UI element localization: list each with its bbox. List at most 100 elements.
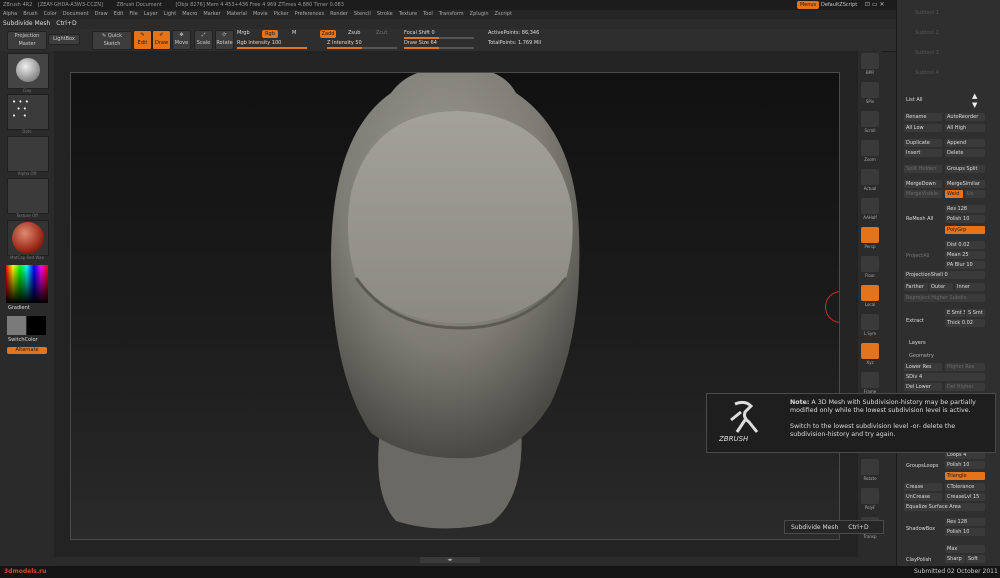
- menu-color[interactable]: Color: [44, 11, 57, 17]
- dist-slider[interactable]: Dist 0.02: [945, 241, 985, 249]
- duplicate-button[interactable]: Duplicate: [904, 139, 942, 147]
- arrow-down-icon[interactable]: ▼: [972, 101, 977, 109]
- polyf-button[interactable]: [861, 488, 879, 504]
- all-low-button[interactable]: All Low: [904, 124, 942, 132]
- uv-button[interactable]: Uv: [965, 190, 985, 198]
- scroll-button[interactable]: [861, 111, 879, 127]
- triangle-button[interactable]: Triangle: [945, 472, 985, 480]
- extract-button[interactable]: Extract: [906, 318, 924, 324]
- res-slider[interactable]: Res 128: [945, 205, 985, 213]
- groups-loops-polish-slider[interactable]: Polish 10: [945, 461, 985, 469]
- move-button[interactable]: ✥ Move: [172, 30, 191, 50]
- secondary-color-swatch[interactable]: [27, 316, 46, 335]
- menu-stencil[interactable]: Stencil: [354, 11, 371, 17]
- zadd-button[interactable]: Zadd: [320, 30, 336, 38]
- subtool-slot-4[interactable]: Subtool 4: [915, 70, 939, 76]
- lightbox-button[interactable]: LightBox: [48, 34, 80, 45]
- scale-button[interactable]: ⤢ Scale: [194, 30, 213, 50]
- subtool-slot-3[interactable]: Subtool 3: [915, 50, 939, 56]
- draw-size-slider[interactable]: Draw Size 64: [404, 39, 474, 49]
- insert-button[interactable]: Insert: [904, 149, 942, 157]
- z-intensity-slider[interactable]: Z Intensity 50: [327, 39, 397, 49]
- stroke-thumbnail[interactable]: • • • • • • •: [7, 94, 49, 130]
- remesh-all-button[interactable]: ReMesh All: [906, 216, 933, 222]
- xyz-button[interactable]: [861, 343, 879, 359]
- window-controls[interactable]: ⊡ ▭ ✕: [865, 1, 895, 9]
- texture-thumbnail[interactable]: [7, 178, 49, 214]
- gradient-label[interactable]: Gradient: [8, 305, 30, 311]
- higher-res-button[interactable]: Higher Res: [945, 363, 985, 371]
- bpr-button[interactable]: [861, 53, 879, 69]
- soft-button[interactable]: Soft: [966, 555, 985, 563]
- groups-loops-button[interactable]: GroupsLoops: [906, 463, 938, 469]
- menu-light[interactable]: Light: [164, 11, 176, 17]
- shadowbox-polish-slider[interactable]: Polish 10: [945, 528, 985, 536]
- menu-render[interactable]: Render: [330, 11, 348, 17]
- list-all-button[interactable]: List All: [906, 97, 923, 103]
- aahalf-button[interactable]: [861, 198, 879, 214]
- menu-file[interactable]: File: [129, 11, 137, 17]
- arrow-up-icon[interactable]: ▲: [972, 92, 977, 100]
- geometry-header[interactable]: Geometry: [909, 353, 934, 359]
- delete-button[interactable]: Delete: [945, 149, 985, 157]
- persp-button[interactable]: [861, 227, 879, 243]
- max-slider[interactable]: Max: [945, 545, 985, 553]
- projection-master-button[interactable]: Projection Master: [7, 31, 47, 50]
- menu-transform[interactable]: Transform: [439, 11, 464, 17]
- main-color-swatch[interactable]: [7, 316, 26, 335]
- edit-button[interactable]: ✎ Edit: [133, 30, 152, 50]
- claypolish-button[interactable]: ClayPolish: [906, 557, 931, 563]
- weld-button[interactable]: Weld: [945, 190, 963, 198]
- crease-button[interactable]: Crease: [904, 483, 942, 491]
- lsym-button[interactable]: [861, 314, 879, 330]
- inner-button[interactable]: Inner: [955, 283, 985, 291]
- zsub-button[interactable]: Zsub: [348, 30, 360, 36]
- merge-visible-button[interactable]: MergeVisible: [904, 190, 942, 198]
- menu-marker[interactable]: Marker: [203, 11, 220, 17]
- layers-header[interactable]: Layers: [909, 340, 926, 346]
- polish-slider[interactable]: Polish 10: [945, 215, 985, 223]
- m-button[interactable]: M: [292, 30, 296, 36]
- rotate-button[interactable]: ⟳ Rotate: [215, 30, 234, 50]
- zcut-button[interactable]: Zcut: [376, 30, 387, 36]
- s-smt-slider[interactable]: S Smt: [966, 309, 985, 317]
- menu-zscript[interactable]: Zscript: [495, 11, 512, 17]
- menu-movie[interactable]: Movie: [253, 11, 268, 17]
- menu-edit[interactable]: Edit: [114, 11, 124, 17]
- subtool-slot-1[interactable]: Subtool 1: [915, 10, 939, 16]
- polygrp-button[interactable]: PolyGrp: [945, 226, 985, 234]
- equalize-surface-area-button[interactable]: Equalize Surface Area: [904, 503, 985, 511]
- canvas-scroll-handle[interactable]: ◂▸: [420, 557, 480, 563]
- viewport-canvas[interactable]: [70, 72, 840, 540]
- mrgb-button[interactable]: Mrgb: [237, 30, 250, 36]
- menu-preferences[interactable]: Preferences: [295, 11, 324, 17]
- del-lower-button[interactable]: Del Lower: [904, 383, 942, 391]
- rotate-button[interactable]: [861, 459, 879, 475]
- shadowbox-button[interactable]: ShadowBox: [906, 526, 935, 532]
- farther-button[interactable]: Farther: [904, 283, 928, 291]
- menu-draw[interactable]: Draw: [95, 11, 108, 17]
- rgb-intensity-slider[interactable]: Rgb Intensity 100: [237, 39, 307, 49]
- e-smt-slider[interactable]: E Smt 5: [945, 309, 965, 317]
- menu-layer[interactable]: Layer: [144, 11, 158, 17]
- menu-tool[interactable]: Tool: [423, 11, 433, 17]
- menu-brush[interactable]: Brush: [23, 11, 37, 17]
- menu-document[interactable]: Document: [63, 11, 89, 17]
- brush-thumbnail[interactable]: [7, 53, 49, 89]
- rename-button[interactable]: Rename: [904, 113, 942, 121]
- menu-alpha[interactable]: Alpha: [3, 11, 17, 17]
- project-all-button[interactable]: ProjectAll: [906, 253, 929, 259]
- ctolerance-slider[interactable]: CTolerance: [945, 483, 985, 491]
- actual-button[interactable]: [861, 169, 879, 185]
- alternate-button[interactable]: Alternate: [7, 347, 47, 354]
- menu-material[interactable]: Material: [227, 11, 247, 17]
- uncrease-button[interactable]: UnCrease: [904, 493, 942, 501]
- material-thumbnail[interactable]: [7, 220, 49, 256]
- merge-down-button[interactable]: MergeDown: [904, 180, 942, 188]
- focal-shift-slider[interactable]: Focal Shift 0: [404, 29, 474, 39]
- frame-button[interactable]: [861, 372, 879, 388]
- default-zscript-button[interactable]: DefaultZScript: [821, 1, 861, 9]
- menu-zplugin[interactable]: Zplugin: [470, 11, 489, 17]
- zoom-button[interactable]: [861, 140, 879, 156]
- switch-color-button[interactable]: SwitchColor: [8, 337, 38, 343]
